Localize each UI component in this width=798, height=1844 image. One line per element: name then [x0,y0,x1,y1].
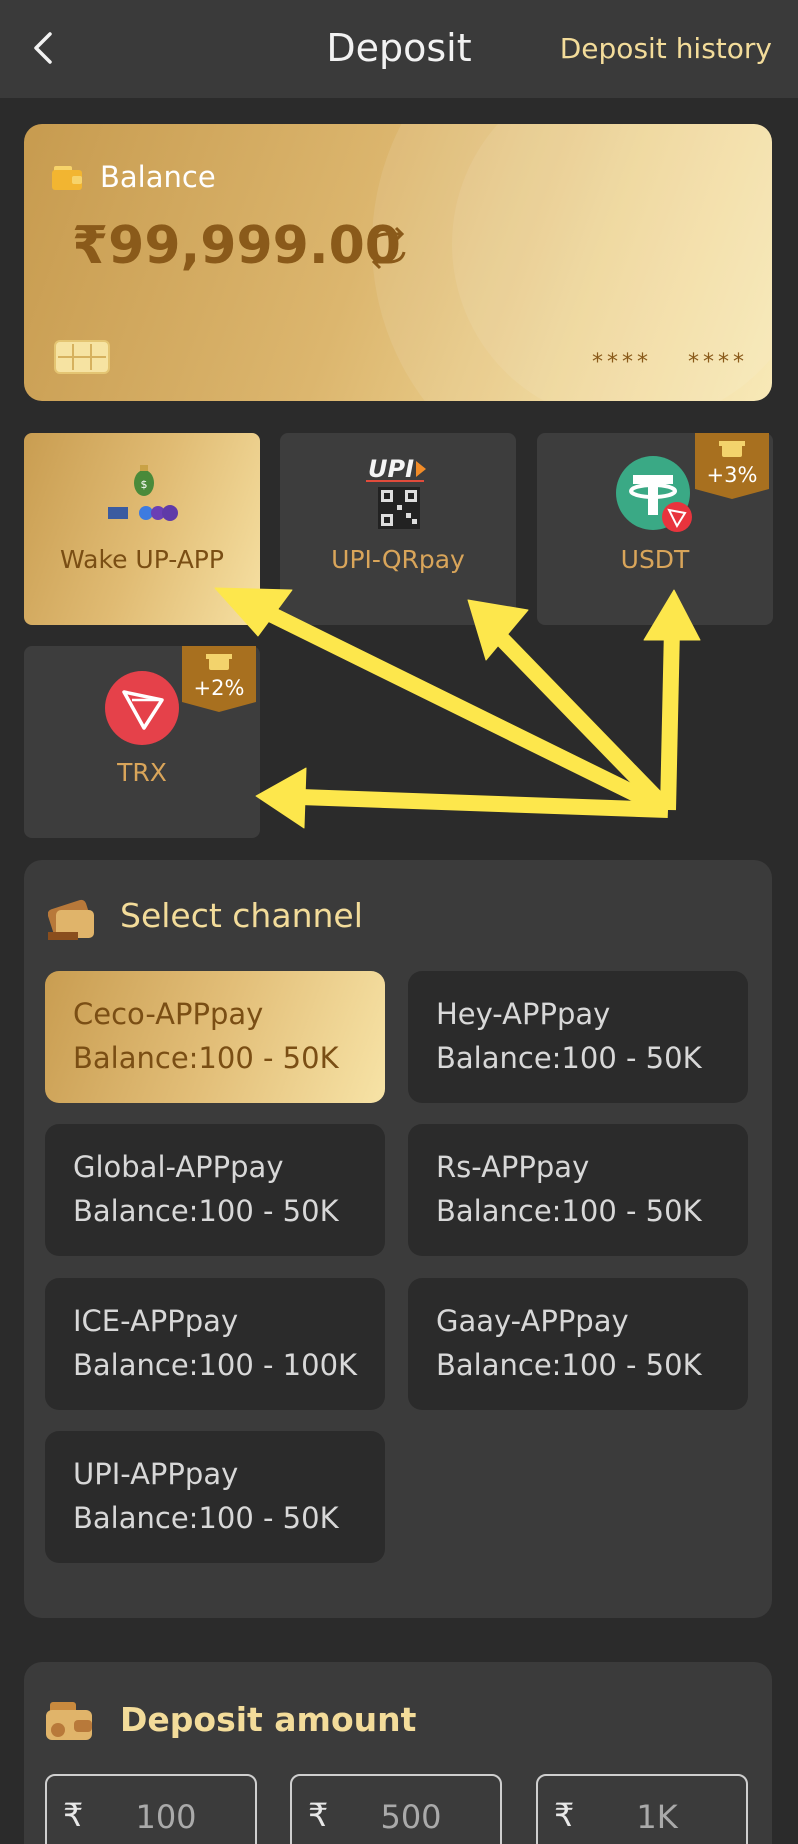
refresh-icon[interactable] [364,224,412,272]
bonus-badge: +3% [695,433,769,499]
payment-method-usdt[interactable]: USDT +3% [537,433,773,625]
amount-preset[interactable]: ₹ 100 [45,1774,257,1844]
bonus-badge: +2% [182,646,256,712]
balance-card: Balance ₹99,999.00 **** **** [24,124,772,401]
usdt-icon [616,456,692,532]
svg-text:$: $ [141,478,148,491]
deposit-amount-title: Deposit amount [120,1700,417,1739]
payment-method-label: Wake UP-APP [60,545,224,574]
payment-method-label: UPI-QRpay [331,545,465,574]
svg-text:UPI: UPI [368,455,414,483]
payment-method-wake-up-app[interactable]: $ Wake UP-APP [24,433,260,625]
channel-option[interactable]: ICE-APPpay Balance:100 - 100K [45,1278,385,1410]
amount-preset[interactable]: ₹ 500 [290,1774,502,1844]
deposit-history-link[interactable]: Deposit history [560,32,772,65]
channel-option[interactable]: Global-APPpay Balance:100 - 50K [45,1124,385,1256]
channel-option[interactable]: Ceco-APPpay Balance:100 - 50K [45,971,385,1103]
wallet-icon [52,166,82,190]
select-channel-title: Select channel [120,896,363,935]
balance-amount: ₹99,999.00 [72,216,401,276]
upi-qr-icon: UPI [366,455,426,529]
channel-option[interactable]: Gaay-APPpay Balance:100 - 50K [408,1278,748,1410]
balance-label: Balance [100,160,216,194]
wake-up-app-icon: $ [108,465,178,521]
channel-option[interactable]: Hey-APPpay Balance:100 - 50K [408,971,748,1103]
amount-preset[interactable]: ₹ 1K [536,1774,748,1844]
wallet-money-icon [46,1702,92,1740]
channel-card-icon [48,899,94,940]
payment-method-upi-qrpay[interactable]: UPI UPI-QRpay [280,433,516,625]
payment-method-trx[interactable]: TRX +2% [24,646,260,838]
payment-method-label: USDT [620,545,690,574]
card-chip-icon [54,340,110,374]
select-channel-panel: Select channel Ceco-APPpay Balance:100 -… [24,860,772,1618]
masked-card-number: **** **** [592,350,748,375]
top-bar: Deposit Deposit history [0,0,798,98]
channel-option[interactable]: Rs-APPpay Balance:100 - 50K [408,1124,748,1256]
trx-icon [105,671,179,745]
channel-option[interactable]: UPI-APPpay Balance:100 - 50K [45,1431,385,1563]
payment-method-label: TRX [117,758,167,787]
